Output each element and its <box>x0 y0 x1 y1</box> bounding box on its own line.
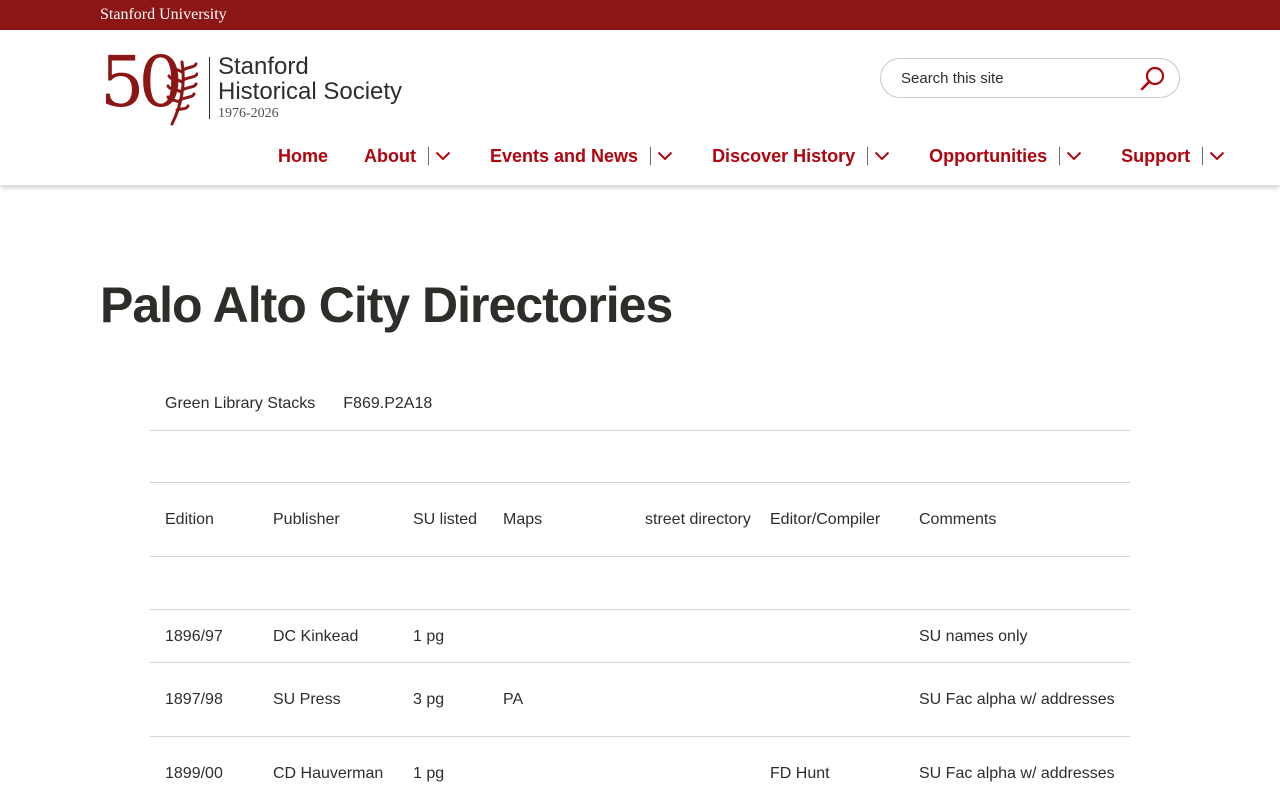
events-submenu-toggle[interactable] <box>654 145 676 167</box>
nav-link-events[interactable]: Events and News <box>490 144 638 168</box>
nav-item-events: Events and News <box>490 144 676 168</box>
logo-wordmark-line2: Historical Society <box>218 78 403 105</box>
nav-item-home: Home <box>278 144 328 168</box>
nav-link-support[interactable]: Support <box>1121 144 1190 168</box>
table-cell <box>488 736 630 800</box>
table-cell: FD Hunt <box>755 736 904 800</box>
table-cell: SU Fac alpha w/ addresses <box>904 662 1130 737</box>
table-cell <box>755 662 904 737</box>
nav-item-about: About <box>364 144 454 168</box>
call-number: F869.P2A18 <box>330 378 1130 431</box>
column-header-comments: Comments <box>904 482 1130 557</box>
column-header-maps: Maps <box>488 482 630 557</box>
table-cell <box>904 556 1130 610</box>
table-cell <box>488 556 630 610</box>
nav-link-about[interactable]: About <box>364 144 416 168</box>
table-cell: DC Kinkead <box>258 609 398 663</box>
table-cell: CD Hauverman <box>258 736 398 800</box>
chevron-down-icon <box>1066 151 1082 161</box>
table-cell: SU Fac alpha w/ addresses <box>904 736 1130 800</box>
search-button[interactable] <box>1139 65 1167 93</box>
directories-table: Edition Publisher SU listed Maps street … <box>150 482 1130 800</box>
column-header-street-directory: street directory <box>630 482 755 557</box>
site-search <box>880 58 1180 98</box>
chevron-down-icon <box>435 151 451 161</box>
logo-divider <box>209 57 210 119</box>
table-cell <box>258 556 398 610</box>
table-cell: PA <box>488 662 630 737</box>
table-cell: 1899/00 <box>150 736 258 800</box>
nav-link-opportunities[interactable]: Opportunities <box>929 144 1047 168</box>
search-icon <box>1140 66 1165 91</box>
nav-separator <box>650 147 652 165</box>
table-row: 1896/97 DC Kinkead 1 pg SU names only <box>150 609 1130 663</box>
opportunities-submenu-toggle[interactable] <box>1063 145 1085 167</box>
chevron-down-icon <box>874 151 890 161</box>
location-row: Green Library Stacks F869.P2A18 <box>150 378 1130 431</box>
table-cell <box>150 556 258 610</box>
table-row: 1897/98 SU Press 3 pg PA SU Fac alpha w/… <box>150 662 1130 737</box>
location-table: Green Library Stacks F869.P2A18 <box>150 378 1130 431</box>
table-cell <box>398 556 488 610</box>
column-header-publisher: Publisher <box>258 482 398 557</box>
table-cell <box>630 609 755 663</box>
table-cell: 1896/97 <box>150 609 258 663</box>
nav-separator <box>428 147 429 165</box>
column-header-edition: Edition <box>150 482 258 557</box>
table-cell <box>630 556 755 610</box>
site-header: 50 Stanford Historical Society 1976-2026 <box>0 30 1280 185</box>
table-cell: SU Press <box>258 662 398 737</box>
site-logo[interactable]: 50 Stanford Historical Society 1976-2026 <box>100 42 420 130</box>
table-cell <box>755 556 904 610</box>
table-cell: SU names only <box>904 609 1130 663</box>
search-input[interactable] <box>901 67 1131 89</box>
discover-submenu-toggle[interactable] <box>871 145 893 167</box>
column-header-editor: Editor/Compiler <box>755 482 904 557</box>
table-cell: 1 pg <box>398 609 488 663</box>
table-cell: 1897/98 <box>150 662 258 737</box>
nav-link-discover[interactable]: Discover History <box>712 144 855 168</box>
nav-item-discover: Discover History <box>712 144 893 168</box>
table-row: 1899/00 CD Hauverman 1 pg FD Hunt SU Fac… <box>150 736 1130 800</box>
table-cell <box>630 662 755 737</box>
support-submenu-toggle[interactable] <box>1206 145 1228 167</box>
table-cell: 3 pg <box>398 662 488 737</box>
university-topbar: Stanford University <box>0 0 1280 30</box>
nav-item-support: Support <box>1121 144 1228 168</box>
logo-wordmark-line1: Stanford <box>218 53 309 80</box>
table-cell: 1 pg <box>398 736 488 800</box>
chevron-down-icon <box>657 151 673 161</box>
library-name: Green Library Stacks <box>150 378 331 431</box>
about-submenu-toggle[interactable] <box>432 145 454 167</box>
table-cell <box>755 609 904 663</box>
palm-frond-icon <box>166 60 198 126</box>
nav-separator <box>1059 147 1061 165</box>
stanford-university-link[interactable]: Stanford University <box>100 5 227 25</box>
column-header-su-listed: SU listed <box>398 482 488 557</box>
table-cell <box>630 736 755 800</box>
main-navigation: Home About Events and News Discover Hist… <box>278 142 1228 170</box>
table-row <box>150 556 1130 610</box>
nav-separator <box>867 147 869 165</box>
table-header-row: Edition Publisher SU listed Maps street … <box>150 482 1130 557</box>
nav-link-home[interactable]: Home <box>278 144 328 168</box>
table-cell <box>488 609 630 663</box>
chevron-down-icon <box>1209 151 1225 161</box>
nav-item-opportunities: Opportunities <box>929 144 1085 168</box>
nav-separator <box>1202 147 1204 165</box>
page-title: Palo Alto City Directories <box>100 277 673 333</box>
logo-years: 1976-2026 <box>218 106 279 121</box>
